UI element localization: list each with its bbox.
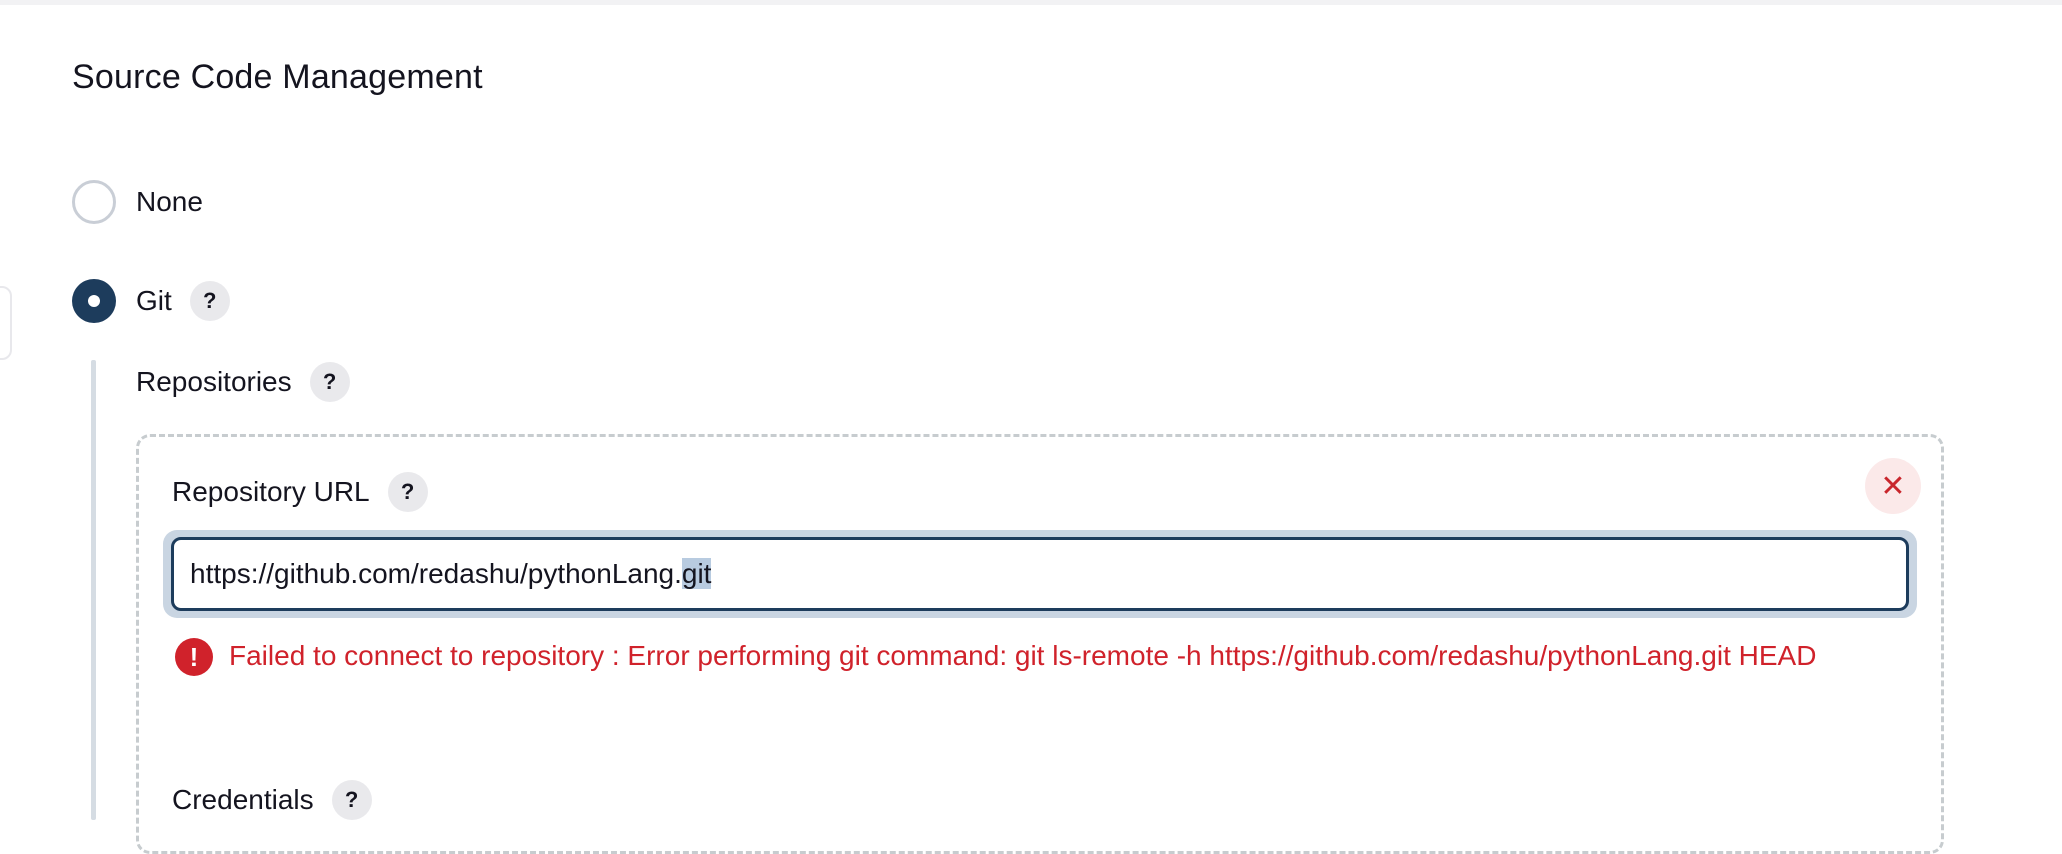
section-title: Source Code Management [72, 58, 483, 96]
credentials-label: Credentials [172, 784, 314, 815]
repository-url-header: Repository URL ? [172, 472, 428, 512]
error-icon: ! [175, 638, 213, 676]
credentials-help-icon[interactable]: ? [331, 780, 372, 820]
scm-option-git[interactable]: Git ? [72, 279, 230, 323]
radio-git-label: Git [136, 285, 172, 316]
repository-url-label: Repository URL [172, 476, 370, 507]
delete-repository-button[interactable]: ✕ [1865, 458, 1921, 514]
radio-none-label: None [136, 186, 203, 217]
selected-text: git [681, 558, 712, 589]
repository-error-message: Failed to connect to repository : Error … [229, 640, 1817, 671]
repository-url-help-icon[interactable]: ? [387, 472, 428, 512]
repositories-label: Repositories [136, 366, 292, 397]
radio-git[interactable] [72, 279, 116, 323]
git-help-icon[interactable]: ? [189, 281, 230, 321]
close-icon: ✕ [1880, 469, 1906, 503]
repository-url-input[interactable]: https://github.com/redashu/pythonLang.gi… [171, 537, 1909, 611]
credentials-header: Credentials ? [172, 780, 372, 820]
repositories-header: Repositories ? [136, 362, 350, 402]
side-panel-edge [0, 286, 12, 360]
repository-url-value: https://github.com/redashu/pythonLang.gi… [190, 558, 712, 589]
scm-option-none[interactable]: None [72, 180, 203, 224]
git-indent-line [91, 360, 96, 820]
radio-none[interactable] [72, 180, 116, 224]
repositories-help-icon[interactable]: ? [309, 362, 350, 402]
top-border [0, 0, 2062, 5]
